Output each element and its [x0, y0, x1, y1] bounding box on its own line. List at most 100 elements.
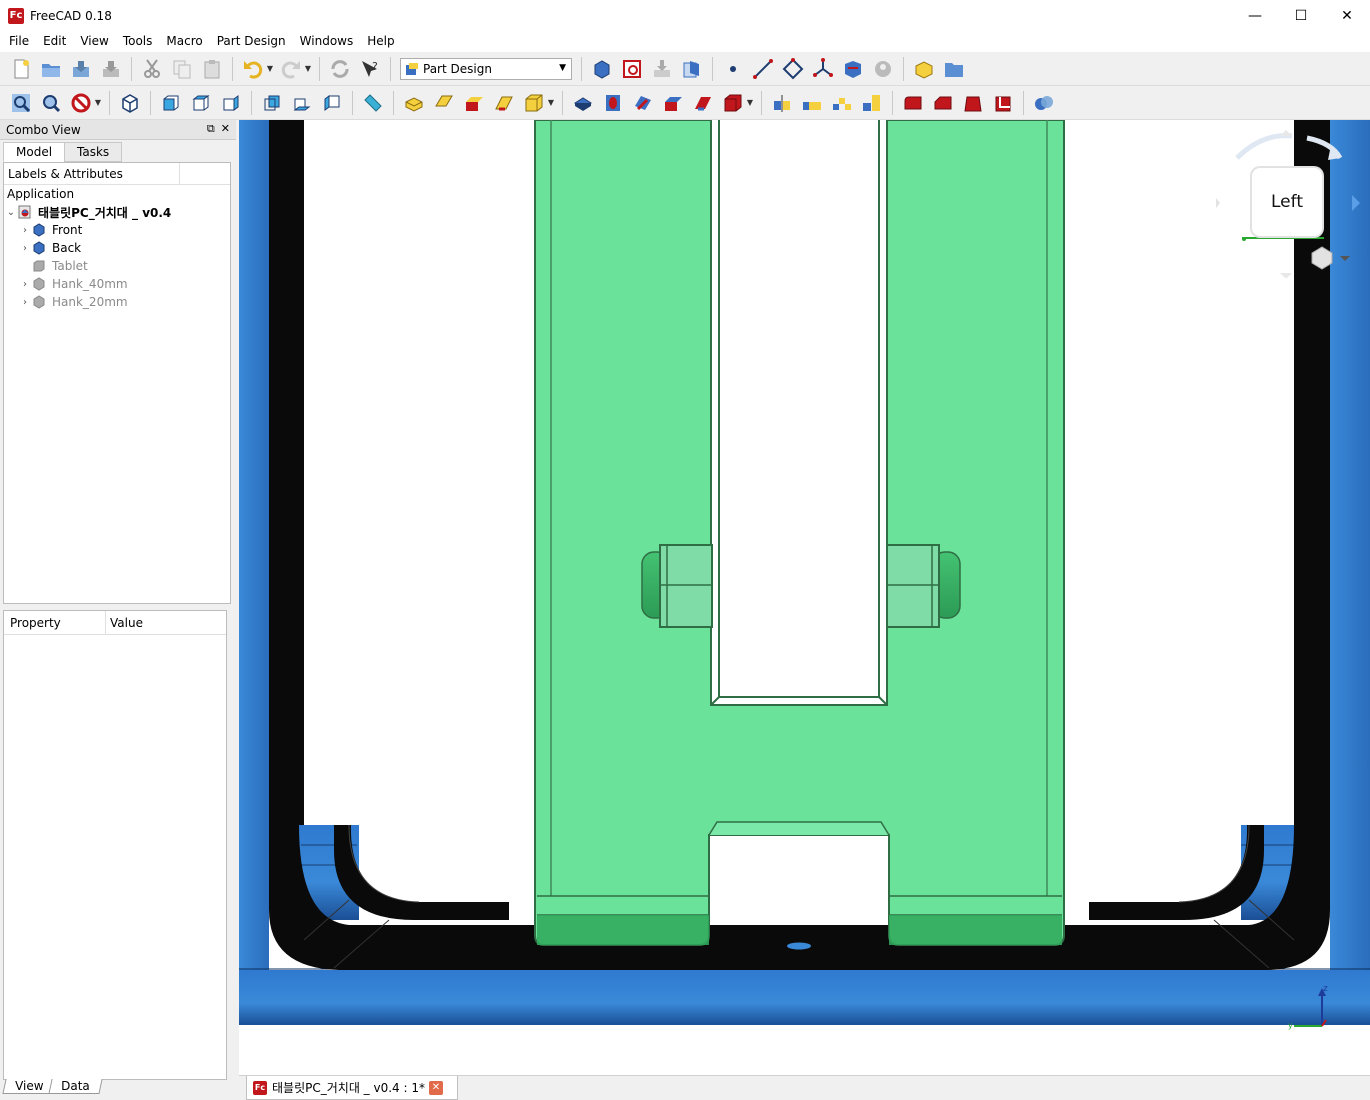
subtractive-primitive-dropdown-icon[interactable]: ▼ — [746, 90, 754, 116]
tree-item-front[interactable]: › Front — [4, 221, 230, 239]
maximize-button[interactable]: ☐ — [1278, 0, 1324, 31]
menu-edit[interactable]: Edit — [36, 31, 73, 52]
close-button[interactable]: ✕ — [1324, 0, 1370, 31]
draw-style-button[interactable] — [68, 90, 94, 116]
chevron-right-icon[interactable]: › — [18, 225, 32, 236]
datum-point-button[interactable] — [720, 56, 746, 82]
document-tab[interactable]: Fc 태블릿PC_거치대 _ v0.4 : 1* ✕ — [246, 1076, 458, 1100]
navcube-face-left[interactable]: Left — [1252, 168, 1322, 236]
front-view-button[interactable] — [158, 90, 184, 116]
boolean-button[interactable] — [1031, 90, 1057, 116]
chevron-right-icon[interactable]: › — [18, 279, 32, 290]
hole-button[interactable] — [600, 90, 626, 116]
new-document-button[interactable] — [8, 56, 34, 82]
create-body-button[interactable] — [589, 56, 615, 82]
close-panel-icon[interactable]: ✕ — [221, 122, 230, 136]
paste-button[interactable] — [199, 56, 225, 82]
mirrored-button[interactable] — [769, 90, 795, 116]
left-view-button[interactable] — [319, 90, 345, 116]
fillet-button[interactable] — [900, 90, 926, 116]
map-sketch-button[interactable] — [679, 56, 705, 82]
rear-view-button[interactable] — [259, 90, 285, 116]
chevron-down-icon[interactable]: ⌄ — [4, 207, 18, 218]
minimize-button[interactable]: — — [1232, 0, 1278, 31]
cut-button[interactable] — [139, 56, 165, 82]
menu-view[interactable]: View — [73, 31, 115, 52]
column-separator[interactable] — [105, 611, 106, 635]
undo-dropdown-icon[interactable]: ▼ — [266, 56, 274, 82]
menu-file[interactable]: File — [2, 31, 36, 52]
revolution-button[interactable] — [431, 90, 457, 116]
additive-primitive-dropdown-icon[interactable]: ▼ — [547, 90, 555, 116]
polar-pattern-button[interactable] — [829, 90, 855, 116]
tree-item-hank-20mm[interactable]: › Hank_20mm — [4, 293, 230, 311]
copy-button[interactable] — [169, 56, 195, 82]
validate-sketch-button[interactable] — [649, 56, 675, 82]
tab-data[interactable]: Data — [48, 1079, 103, 1094]
redo-dropdown-icon[interactable]: ▼ — [304, 56, 312, 82]
isometric-view-button[interactable] — [117, 90, 143, 116]
close-tab-icon[interactable]: ✕ — [428, 1080, 443, 1095]
front-body-transparent[interactable] — [534, 120, 1065, 946]
tree-item-tablet[interactable]: Tablet — [4, 257, 230, 275]
menu-tools[interactable]: Tools — [116, 31, 160, 52]
right-view-button[interactable] — [218, 90, 244, 116]
tab-tasks[interactable]: Tasks — [64, 142, 123, 162]
thickness-button[interactable] — [990, 90, 1016, 116]
fit-selection-button[interactable] — [38, 90, 64, 116]
tree-item-back[interactable]: › Back — [4, 239, 230, 257]
tree-item-hank-40mm[interactable]: › Hank_40mm — [4, 275, 230, 293]
additive-primitive-button[interactable] — [521, 90, 547, 116]
groove-button[interactable] — [630, 90, 656, 116]
clone-button[interactable] — [870, 56, 896, 82]
undo-button[interactable] — [240, 56, 266, 82]
additive-pipe-button[interactable] — [491, 90, 517, 116]
multitransform-button[interactable] — [859, 90, 885, 116]
float-panel-icon[interactable]: ⧉ — [207, 122, 215, 136]
menu-macro[interactable]: Macro — [159, 31, 209, 52]
linear-pattern-button[interactable] — [799, 90, 825, 116]
datum-line-button[interactable] — [750, 56, 776, 82]
tab-model[interactable]: Model — [3, 142, 66, 162]
create-group-button[interactable] — [941, 56, 967, 82]
create-part-button[interactable] — [911, 56, 937, 82]
refresh-button[interactable] — [327, 56, 353, 82]
save-button[interactable] — [68, 56, 94, 82]
draw-style-dropdown-icon[interactable]: ▼ — [94, 90, 102, 116]
local-coordinate-system-button[interactable] — [810, 56, 836, 82]
blue-base[interactable] — [239, 970, 1370, 1025]
create-sketch-button[interactable] — [619, 56, 645, 82]
chevron-right-icon[interactable]: › — [18, 243, 32, 254]
chamfer-button[interactable] — [930, 90, 956, 116]
whats-this-button[interactable]: ? — [357, 56, 383, 82]
fit-all-button[interactable] — [8, 90, 34, 116]
pocket-button[interactable] — [570, 90, 596, 116]
column-separator[interactable] — [179, 163, 180, 185]
tree-item-document[interactable]: ⌄ 태블릿PC_거치대 _ v0.4 — [4, 203, 230, 221]
top-view-button[interactable] — [188, 90, 214, 116]
bottom-view-button[interactable] — [289, 90, 315, 116]
workbench-selector[interactable]: Part Design ▼ — [400, 57, 572, 80]
subtractive-pipe-button[interactable] — [690, 90, 716, 116]
open-button[interactable] — [38, 56, 64, 82]
pad-button[interactable] — [401, 90, 427, 116]
menu-help[interactable]: Help — [360, 31, 401, 52]
black-frame[interactable] — [269, 120, 1330, 970]
3d-scene[interactable] — [239, 120, 1370, 1075]
draft-button[interactable] — [960, 90, 986, 116]
additive-loft-button[interactable] — [461, 90, 487, 116]
menu-part-design[interactable]: Part Design — [210, 31, 293, 52]
subtractive-loft-button[interactable] — [660, 90, 686, 116]
chevron-right-icon[interactable]: › — [18, 297, 32, 308]
subtractive-primitive-button[interactable] — [720, 90, 746, 116]
measure-distance-button[interactable] — [360, 90, 386, 116]
shape-binder-button[interactable] — [840, 56, 866, 82]
right-bolt[interactable] — [886, 544, 961, 628]
3d-viewport[interactable]: z y — [239, 120, 1370, 1075]
rotate-right-arrow-icon[interactable] — [1352, 195, 1360, 211]
left-bolt[interactable] — [641, 544, 713, 628]
redo-button[interactable] — [278, 56, 304, 82]
left-blue-plate[interactable] — [239, 120, 269, 1025]
save-as-button[interactable] — [98, 56, 124, 82]
datum-plane-button[interactable] — [780, 56, 806, 82]
